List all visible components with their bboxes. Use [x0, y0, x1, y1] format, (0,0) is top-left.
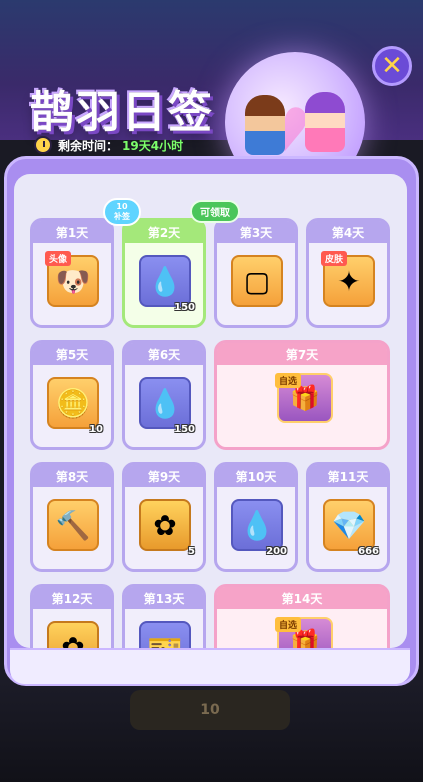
day-card-14[interactable]: 第14天 🎁 自选: [214, 584, 390, 648]
bottom-button[interactable]: 10: [130, 690, 290, 730]
day-label: 第2天: [125, 221, 203, 243]
day-label: 第11天: [309, 465, 387, 487]
hammer-icon: 🔨: [47, 499, 99, 551]
character-boy: [245, 95, 285, 155]
day-card-9[interactable]: 第9天 ✿ 5: [122, 462, 206, 572]
day-card-7[interactable]: 第7天 🎁 自选: [214, 340, 390, 450]
reward-tag: 皮肤: [321, 251, 348, 266]
panel-bottom-bar: [10, 648, 410, 684]
day-label: 第12天: [33, 587, 111, 609]
day-card-12[interactable]: 第12天 ✿: [30, 584, 114, 648]
water-drop-icon: 💧: [139, 255, 191, 307]
page-title: 鹊羽日签: [30, 87, 214, 138]
clock-icon: [34, 136, 52, 154]
reward-tag: 头像: [45, 251, 72, 266]
day-card-2[interactable]: 第2天 💧 150: [122, 218, 206, 328]
day-card-11[interactable]: 第11天 💎 666: [306, 462, 390, 572]
time-value: 19天4小时: [122, 138, 184, 153]
close-icon: ✕: [381, 51, 403, 81]
gold-token-icon: 🪙: [47, 377, 99, 429]
reward-qty: 666: [358, 546, 379, 557]
makeup-count: 10: [116, 202, 128, 211]
gold-coin-icon: ✿: [139, 499, 191, 551]
gold-coin-icon: ✿: [47, 621, 99, 648]
ticket-icon: 🎫: [139, 621, 191, 648]
makeup-sign-bubble[interactable]: 10 补签: [103, 198, 141, 226]
water-drop-icon: 💧: [139, 377, 191, 429]
bottom-button-label: 10: [200, 702, 220, 718]
pink-frame-icon: ▢: [231, 255, 283, 307]
diamond-icon: 💎: [323, 499, 375, 551]
day-card-3[interactable]: 第3天 ▢: [214, 218, 298, 328]
sign-in-grid: 第1天 🐶 头像 第2天 💧 150 第3天 ▢ 第4天 ✦ 皮肤 第5天 🪙 …: [14, 174, 407, 648]
reward-qty: 10: [89, 424, 103, 435]
day-label: 第1天: [33, 221, 111, 243]
makeup-label: 补签: [114, 212, 130, 221]
day-label: 第5天: [33, 343, 111, 365]
day-label: 第6天: [125, 343, 203, 365]
day-label: 第4天: [309, 221, 387, 243]
day-label: 第13天: [125, 587, 203, 609]
close-button[interactable]: ✕: [372, 46, 412, 86]
day-label: 第10天: [217, 465, 295, 487]
day-label: 第3天: [217, 221, 295, 243]
reward-tag: 自选: [275, 373, 302, 388]
claimable-badge[interactable]: 可领取: [190, 200, 240, 223]
day-label: 第14天: [217, 587, 387, 609]
reward-qty: 200: [266, 546, 287, 557]
remaining-time: 剩余时间： 19天4小时: [34, 134, 183, 156]
reward-qty: 150: [174, 424, 195, 435]
day-card-8[interactable]: 第8天 🔨: [30, 462, 114, 572]
day-card-6[interactable]: 第6天 💧 150: [122, 340, 206, 450]
reward-qty: 150: [174, 302, 195, 313]
reward-tag: 自选: [275, 617, 302, 632]
day-label: 第7天: [217, 343, 387, 365]
reward-qty: 5: [188, 546, 195, 557]
day-card-1[interactable]: 第1天 🐶 头像: [30, 218, 114, 328]
water-drop-icon: 💧: [231, 499, 283, 551]
day-card-10[interactable]: 第10天 💧 200: [214, 462, 298, 572]
time-label: 剩余时间：: [58, 138, 119, 153]
day-label: 第8天: [33, 465, 111, 487]
day-card-5[interactable]: 第5天 🪙 10: [30, 340, 114, 450]
day-card-4[interactable]: 第4天 ✦ 皮肤: [306, 218, 390, 328]
day-card-13[interactable]: 第13天 🎫: [122, 584, 206, 648]
character-girl: [305, 92, 345, 152]
day-label: 第9天: [125, 465, 203, 487]
